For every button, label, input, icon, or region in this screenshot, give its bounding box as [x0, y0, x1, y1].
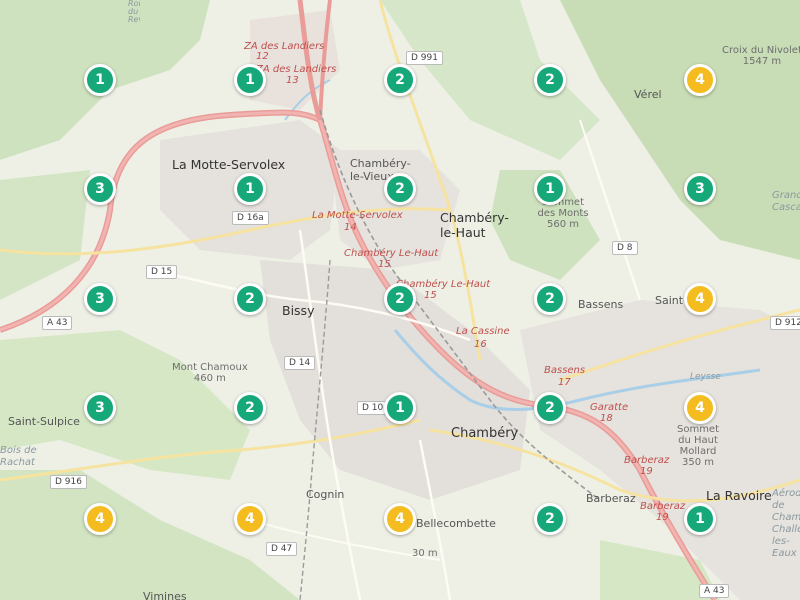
place-label: Bellecombette	[416, 517, 496, 530]
peak-altitude: 1547 m	[742, 56, 782, 67]
road-exit-label: 19	[656, 512, 669, 523]
place-label: Bissy	[282, 303, 315, 318]
road-exit-label: Barberaz	[640, 501, 686, 512]
place-label: Saint-Sulpice	[8, 415, 80, 428]
place-label: Bois de Rachat	[0, 445, 37, 468]
road-shield: D 15	[146, 265, 178, 279]
place-label: Leysse	[690, 372, 721, 382]
map-viewport[interactable]: La Motte-Servolex Chambéry-le-Vieux Cham…	[0, 0, 800, 600]
road-shield: D 991	[406, 51, 443, 65]
peak-label: Mont Chamoux 460 m	[172, 362, 248, 384]
road-exit-label: La Motte-Servolex	[312, 210, 403, 221]
peak-altitude: 30 m	[412, 548, 438, 559]
cluster-marker[interactable]: 2	[534, 283, 566, 315]
place-label: Aérodrome de Chambéry Challes-les-Eaux	[772, 488, 800, 559]
cluster-marker[interactable]: 1	[534, 173, 566, 205]
road-exit-label: La Cassine	[456, 326, 510, 337]
road-shield: A 43	[699, 584, 730, 598]
place-label: Vimines	[143, 590, 187, 600]
road-exit-label: 16	[474, 339, 487, 350]
road-exit-label: 13	[286, 75, 299, 86]
place-label: La Ravoire	[706, 488, 772, 503]
cluster-marker[interactable]: 3	[84, 392, 116, 424]
peak-label: 30 m	[412, 548, 438, 559]
road-exit-label: 15	[424, 290, 437, 301]
cluster-marker[interactable]: 2	[384, 283, 416, 315]
peak-altitude: 560 m	[546, 219, 579, 230]
cluster-marker[interactable]: 1	[384, 392, 416, 424]
place-label: Chambéry-le-Haut	[440, 210, 509, 240]
cluster-marker[interactable]: 3	[84, 173, 116, 205]
cluster-marker[interactable]: 2	[384, 64, 416, 96]
peak-altitude: 350 m	[681, 457, 714, 468]
cluster-marker[interactable]: 2	[534, 392, 566, 424]
cluster-marker[interactable]: 3	[684, 173, 716, 205]
cluster-marker[interactable]: 1	[234, 64, 266, 96]
cluster-marker[interactable]: 4	[384, 503, 416, 535]
peak-altitude: 460 m	[193, 373, 226, 384]
cluster-marker[interactable]: 4	[684, 64, 716, 96]
peak-name: Sommet du Haut Mollard	[676, 424, 720, 457]
peak-name: Mont Chamoux	[172, 362, 248, 373]
road-exit-label: 12	[256, 51, 269, 62]
place-label: Route du Revard	[128, 0, 140, 24]
cluster-marker[interactable]: 3	[84, 283, 116, 315]
place-label: Barberaz	[586, 492, 636, 505]
cluster-marker[interactable]: 4	[684, 392, 716, 424]
road-exit-label: 19	[640, 466, 653, 477]
road-shield: D 912	[770, 316, 800, 330]
road-exit-label: 15	[378, 259, 391, 270]
place-label: Vérel	[634, 88, 662, 101]
cluster-marker[interactable]: 4	[234, 503, 266, 535]
cluster-marker[interactable]: 2	[384, 173, 416, 205]
road-exit-label: 18	[600, 413, 613, 424]
road-shield: D 916	[50, 475, 87, 489]
cluster-marker[interactable]: 2	[534, 503, 566, 535]
place-label: Grande Cascade	[772, 190, 800, 213]
road-shield: D 8	[612, 241, 638, 255]
cluster-marker[interactable]: 2	[534, 64, 566, 96]
cluster-marker[interactable]: 1	[684, 503, 716, 535]
place-label: Bassens	[578, 298, 624, 311]
cluster-marker[interactable]: 2	[234, 283, 266, 315]
road-exit-label: Barberaz	[624, 455, 670, 466]
peak-name: Croix du Nivolet	[722, 45, 800, 56]
road-exit-label: 14	[344, 222, 357, 233]
road-exit-label: 17	[558, 377, 571, 388]
cluster-marker[interactable]: 4	[84, 503, 116, 535]
peak-label: Croix du Nivolet 1547 m	[722, 45, 800, 67]
road-exit-label: Garatte	[590, 402, 629, 413]
road-shield: D 47	[266, 542, 298, 556]
cluster-marker[interactable]: 4	[684, 283, 716, 315]
road-exit-label: Bassens	[544, 365, 586, 376]
cluster-marker[interactable]: 1	[234, 173, 266, 205]
cluster-marker[interactable]: 2	[234, 392, 266, 424]
cluster-marker[interactable]: 1	[84, 64, 116, 96]
road-exit-label: ZA des Landiers	[256, 64, 337, 75]
place-label: Chambéry	[451, 426, 519, 441]
road-shield: D 14	[284, 356, 316, 370]
place-label: La Motte-Servolex	[172, 157, 286, 172]
road-shield: A 43	[42, 316, 73, 330]
road-shield: D 16a	[232, 211, 269, 225]
place-label: Cognin	[306, 488, 345, 501]
peak-label: Sommet du Haut Mollard 350 m	[670, 424, 726, 468]
road-exit-label: Chambéry Le-Haut	[344, 248, 439, 259]
